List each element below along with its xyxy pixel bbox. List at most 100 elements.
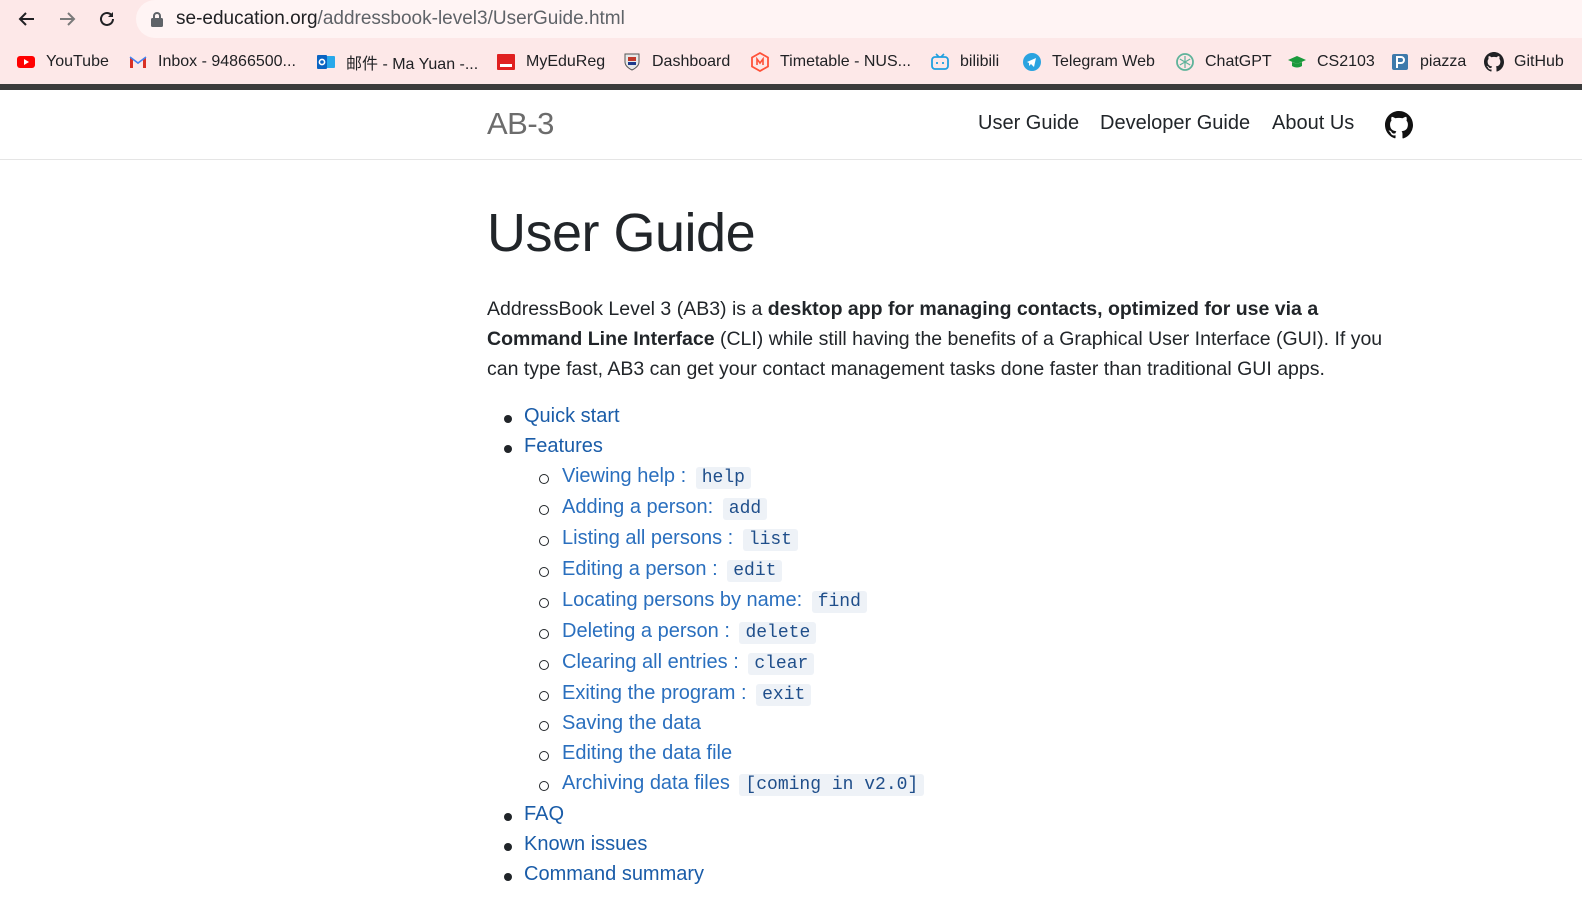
toc-link-label: Viewing help : <box>562 465 692 487</box>
intro-text-1: AddressBook Level 3 (AB3) is a <box>487 298 768 320</box>
toc-link-faq[interactable]: FAQ <box>524 803 564 826</box>
toc-link-clear[interactable]: Clearing all entries : clear <box>562 651 815 675</box>
bookmark-label: Dashboard <box>652 53 731 70</box>
nav-developer-guide[interactable]: Developer Guide <box>1100 112 1250 135</box>
bullet-icon <box>504 873 512 881</box>
piazza-icon <box>1390 52 1410 72</box>
toc-link-help[interactable]: Viewing help : help <box>562 465 751 489</box>
youtube-icon <box>16 52 36 72</box>
toc-link-label: Adding a person: <box>562 496 719 518</box>
bullet-icon <box>504 813 512 821</box>
url-text: se-education.org/addressbook-level3/User… <box>176 8 625 30</box>
toc-link-label: Listing all persons : <box>562 527 739 549</box>
bookmark-label: Telegram Web <box>1052 53 1155 70</box>
toc-link-editing-file[interactable]: Editing the data file <box>562 742 732 765</box>
chatgpt-icon <box>1175 52 1195 72</box>
bookmark-dashboard[interactable]: Dashboard <box>622 50 730 74</box>
outlook-icon <box>316 52 336 72</box>
command-code: edit <box>727 560 783 582</box>
command-code: exit <box>756 684 812 706</box>
telegram-icon <box>1022 52 1042 72</box>
sub-bullet-icon <box>539 474 549 484</box>
bookmark-myedureg[interactable]: MyEduReg <box>496 50 605 74</box>
bookmark-label: MyEduReg <box>526 53 606 70</box>
command-code: clear <box>748 653 815 675</box>
bookmark-github[interactable]: GitHub <box>1484 50 1564 74</box>
toc-link-find[interactable]: Locating persons by name: find <box>562 589 867 613</box>
sub-bullet-icon <box>539 567 549 577</box>
site-navbar: AB-3 User Guide Developer Guide About Us <box>0 90 1582 160</box>
arrow-right-icon <box>60 12 76 26</box>
url-path: /addressbook-level3/UserGuide.html <box>317 8 625 29</box>
sub-bullet-icon <box>539 781 549 791</box>
github-icon <box>1484 52 1504 72</box>
bookmark-label: piazza <box>1420 53 1467 70</box>
site-brand[interactable]: AB-3 <box>487 106 554 142</box>
reload-button[interactable] <box>92 4 122 34</box>
address-bar[interactable]: se-education.org/addressbook-level3/User… <box>136 0 1582 38</box>
bookmark-label: bilibili <box>960 53 1000 70</box>
toc-link-command-summary[interactable]: Command summary <box>524 863 704 886</box>
bookmarks-bar: YouTube Inbox - 94866500... 邮件 - Ma Yuan… <box>0 44 1582 80</box>
bullet-icon <box>504 415 512 423</box>
nusmods-icon <box>750 52 770 72</box>
toc-link-archiving[interactable]: Archiving data files [coming in v2.0] <box>562 772 925 796</box>
bookmark-chatgpt[interactable]: ChatGPT <box>1175 50 1272 74</box>
toc-link-label: Deleting a person : <box>562 620 736 642</box>
bookmark-label: GitHub <box>1514 53 1564 70</box>
sub-bullet-icon <box>539 721 549 731</box>
command-code: [coming in v2.0] <box>739 774 925 796</box>
command-code: add <box>722 498 768 520</box>
sub-bullet-icon <box>539 505 549 515</box>
toc-link-saving[interactable]: Saving the data <box>562 712 701 735</box>
bookmark-label: ChatGPT <box>1205 53 1272 70</box>
bookmark-telegram[interactable]: Telegram Web <box>1022 50 1155 74</box>
sub-bullet-icon <box>539 629 549 639</box>
toc-link-quick-start[interactable]: Quick start <box>524 405 620 428</box>
bullet-icon <box>504 843 512 851</box>
bookmark-cs2103[interactable]: CS2103 <box>1287 50 1375 74</box>
forward-button[interactable] <box>52 4 82 34</box>
sub-bullet-icon <box>539 536 549 546</box>
nav-user-guide[interactable]: User Guide <box>978 112 1079 135</box>
myedureg-icon <box>496 52 516 72</box>
bookmark-timetable[interactable]: Timetable - NUS... <box>750 50 911 74</box>
github-icon[interactable] <box>1385 111 1413 139</box>
bookmark-youtube[interactable]: YouTube <box>16 50 109 74</box>
graduation-cap-icon <box>1287 52 1307 72</box>
bullet-icon <box>504 445 512 453</box>
arrow-left-icon <box>18 12 34 26</box>
sub-bullet-icon <box>539 751 549 761</box>
bilibili-icon <box>930 52 950 72</box>
nav-about-us[interactable]: About Us <box>1272 112 1354 135</box>
command-code: list <box>742 529 798 551</box>
toc-link-label: Editing a person : <box>562 558 724 580</box>
bookmark-bilibili[interactable]: bilibili <box>930 50 999 74</box>
url-domain: se-education.org <box>176 8 318 29</box>
bookmark-label: Timetable - NUS... <box>780 53 911 70</box>
page-title: User Guide <box>487 203 756 263</box>
bookmark-label: Inbox - 94866500... <box>158 53 296 70</box>
command-code: find <box>811 591 867 613</box>
toc-link-label: Archiving data files <box>562 772 736 794</box>
reload-icon <box>100 11 114 26</box>
gmail-icon <box>128 52 148 72</box>
bookmark-label: YouTube <box>46 53 109 70</box>
toc-link-known-issues[interactable]: Known issues <box>524 833 647 856</box>
toc-link-list[interactable]: Listing all persons : list <box>562 527 798 551</box>
lock-icon <box>151 12 163 27</box>
bookmark-piazza[interactable]: piazza <box>1390 50 1466 74</box>
bookmark-label: 邮件 - Ma Yuan -... <box>346 56 479 73</box>
toc-link-exit[interactable]: Exiting the program : exit <box>562 682 812 706</box>
toc-link-add[interactable]: Adding a person: add <box>562 496 768 520</box>
toc-link-delete[interactable]: Deleting a person : delete <box>562 620 817 644</box>
bookmark-gmail[interactable]: Inbox - 94866500... <box>128 50 296 74</box>
intro-paragraph: AddressBook Level 3 (AB3) is a desktop a… <box>487 294 1397 384</box>
bookmark-outlook[interactable]: 邮件 - Ma Yuan -... <box>316 50 478 74</box>
toc-link-label: Clearing all entries : <box>562 651 745 673</box>
toc-link-edit[interactable]: Editing a person : edit <box>562 558 783 582</box>
back-button[interactable] <box>12 4 42 34</box>
command-code: delete <box>739 622 817 644</box>
nus-crest-icon <box>622 52 642 72</box>
toc-link-features[interactable]: Features <box>524 435 603 458</box>
